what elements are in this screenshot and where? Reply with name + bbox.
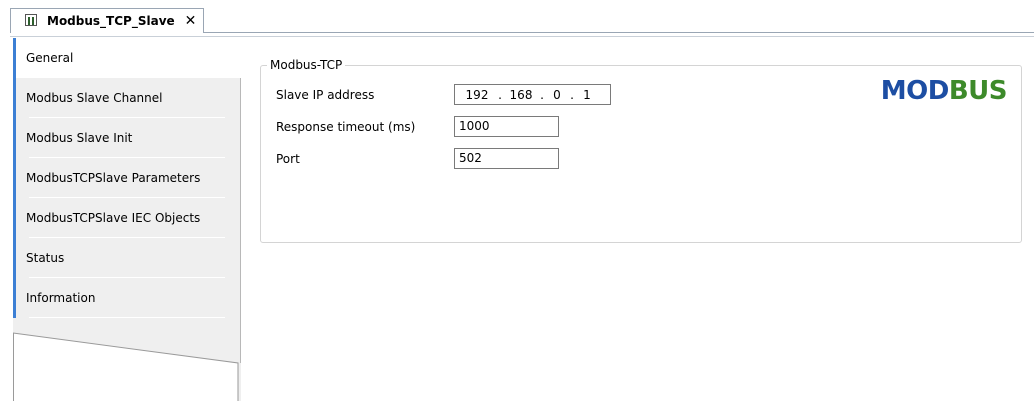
document-tab-modbus-tcp-slave[interactable]: Modbus_TCP_Slave ✕: [10, 8, 204, 33]
nav-item-label: Modbus Slave Init: [26, 131, 133, 145]
logo-part-2: OD: [906, 76, 949, 106]
nav-item-general[interactable]: General: [13, 38, 241, 78]
nav-item-label: Modbus Slave Channel: [26, 91, 163, 105]
nav-item-information[interactable]: Information: [13, 278, 241, 318]
ip-separator: .: [498, 87, 502, 102]
ip-octet-1[interactable]: 192: [459, 88, 495, 102]
ip-separator: .: [570, 87, 574, 102]
settings-nav: General Modbus Slave Channel Modbus Slav…: [13, 38, 241, 401]
nav-item-modbustcpslave-parameters[interactable]: ModbusTCPSlave Parameters: [13, 158, 241, 198]
slave-ip-label: Slave IP address: [276, 88, 375, 102]
ip-octet-4[interactable]: 1: [577, 88, 597, 102]
ip-octet-3[interactable]: 0: [547, 88, 567, 102]
tabstrip-border-lower: [10, 36, 1034, 37]
slave-ip-input[interactable]: 192 . 168 . 0 . 1: [454, 84, 611, 105]
nav-item-label: ModbusTCPSlave Parameters: [26, 171, 201, 185]
nav-separator: [29, 317, 225, 318]
ip-separator: .: [540, 87, 544, 102]
response-timeout-input[interactable]: 1000: [454, 116, 559, 137]
nav-item-label: Information: [26, 291, 96, 305]
nav-item-label: General: [26, 51, 74, 65]
logo-part-1: M: [880, 76, 907, 106]
modbus-logo: MODBUS: [880, 76, 1008, 106]
nav-item-label: Status: [26, 251, 65, 265]
device-icon: [25, 14, 39, 28]
ip-octet-2[interactable]: 168: [505, 88, 537, 102]
nav-item-label: ModbusTCPSlave IEC Objects: [26, 211, 201, 225]
nav-item-modbus-slave-channel[interactable]: Modbus Slave Channel: [13, 78, 241, 118]
nav-item-modbustcpslave-iec-objects[interactable]: ModbusTCPSlave IEC Objects: [13, 198, 241, 238]
document-tab-title: Modbus_TCP_Slave: [47, 14, 175, 28]
nav-item-status[interactable]: Status: [13, 238, 241, 278]
logo-part-3: BUS: [948, 76, 1008, 106]
response-timeout-label: Response timeout (ms): [276, 120, 416, 134]
port-label: Port: [276, 152, 300, 166]
close-icon[interactable]: ✕: [185, 14, 197, 28]
nav-item-modbus-slave-init[interactable]: Modbus Slave Init: [13, 118, 241, 158]
document-tabstrip: Modbus_TCP_Slave ✕: [0, 0, 1034, 38]
port-input[interactable]: 502: [454, 148, 559, 169]
modbus-tcp-group: Modbus-TCP Slave IP address 192 . 168 . …: [260, 58, 1022, 243]
group-title: Modbus-TCP: [267, 58, 346, 72]
